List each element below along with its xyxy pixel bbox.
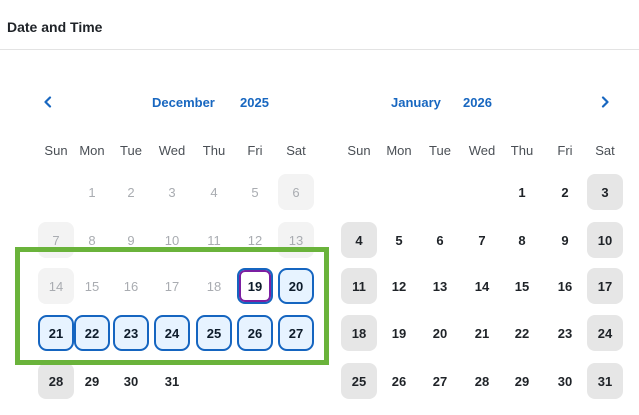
day-cell-january-25[interactable]: 25 <box>341 363 377 399</box>
weekday-label: Fri <box>247 143 263 158</box>
day-cell-december-21[interactable]: 21 <box>38 315 74 351</box>
day-cell-december-28[interactable]: 28 <box>38 363 74 399</box>
day-cell-january-31[interactable]: 31 <box>587 363 623 399</box>
day-cell-december-8: 8 <box>88 232 96 248</box>
day-cell-december-5: 5 <box>251 184 259 200</box>
day-cell-december-3: 3 <box>168 184 176 200</box>
day-cell-january-12[interactable]: 12 <box>381 268 417 304</box>
day-cell-january-24[interactable]: 24 <box>587 315 623 351</box>
day-cell-january-5[interactable]: 5 <box>381 222 417 258</box>
weekday-label: Thu <box>510 143 534 158</box>
weekday-label: Sat <box>286 143 306 158</box>
day-cell-january-22[interactable]: 22 <box>504 315 540 351</box>
day-cell-december-15: 15 <box>84 278 100 294</box>
day-cell-december-4: 4 <box>210 184 218 200</box>
weekday-label: Wed <box>468 143 496 158</box>
day-cell-december-16: 16 <box>123 278 139 294</box>
day-cell-december-11: 11 <box>207 232 221 248</box>
dialog-title: Date and Time <box>7 19 103 35</box>
day-cell-january-1[interactable]: 1 <box>504 174 540 210</box>
weekday-label: Tue <box>120 143 142 158</box>
weekday-label: Mon <box>79 143 105 158</box>
day-cell-january-6[interactable]: 6 <box>422 222 458 258</box>
day-cell-december-9: 9 <box>127 232 135 248</box>
day-cell-december-17: 17 <box>164 278 180 294</box>
day-cell-january-9[interactable]: 9 <box>547 222 583 258</box>
day-cell-december-20[interactable]: 20 <box>278 268 314 304</box>
day-cell-december-22[interactable]: 22 <box>74 315 110 351</box>
day-cell-january-10[interactable]: 10 <box>587 222 623 258</box>
chevron-right-icon <box>601 96 609 108</box>
day-cell-january-21[interactable]: 21 <box>464 315 500 351</box>
day-cell-december-13: 13 <box>278 222 314 258</box>
weekday-label: Thu <box>202 143 226 158</box>
day-cell-december-2: 2 <box>127 184 135 200</box>
day-cell-january-3[interactable]: 3 <box>587 174 623 210</box>
day-cell-december-6: 6 <box>278 174 314 210</box>
day-cell-january-13[interactable]: 13 <box>422 268 458 304</box>
day-cell-january-14[interactable]: 14 <box>464 268 500 304</box>
year-label-2026: 2026 <box>463 95 492 110</box>
day-cell-december-24[interactable]: 24 <box>154 315 190 351</box>
day-cell-january-8[interactable]: 8 <box>504 222 540 258</box>
day-cell-january-28[interactable]: 28 <box>464 363 500 399</box>
day-cell-january-27[interactable]: 27 <box>422 363 458 399</box>
previous-month-button[interactable] <box>35 89 61 115</box>
day-cell-january-15[interactable]: 15 <box>504 268 540 304</box>
day-cell-january-23[interactable]: 23 <box>547 315 583 351</box>
day-cell-january-16[interactable]: 16 <box>547 268 583 304</box>
day-cell-january-4[interactable]: 4 <box>341 222 377 258</box>
weekday-label: Tue <box>429 143 451 158</box>
next-month-button[interactable] <box>592 89 618 115</box>
weekday-label: Sun <box>347 143 371 158</box>
weekday-label: Sat <box>595 143 615 158</box>
day-cell-december-12: 12 <box>247 232 263 248</box>
day-cell-december-19[interactable]: 19 <box>237 268 273 304</box>
year-label-2025: 2025 <box>240 95 269 110</box>
day-cell-january-11[interactable]: 11 <box>341 268 377 304</box>
weekday-label: Fri <box>557 143 573 158</box>
dialog-header: Date and Time <box>0 0 639 50</box>
day-cell-january-29[interactable]: 29 <box>504 363 540 399</box>
day-cell-december-30[interactable]: 30 <box>113 363 149 399</box>
day-cell-december-23[interactable]: 23 <box>113 315 149 351</box>
day-cell-december-26[interactable]: 26 <box>237 315 273 351</box>
day-cell-december-27[interactable]: 27 <box>278 315 314 351</box>
day-cell-december-10: 10 <box>164 232 180 248</box>
day-cell-january-26[interactable]: 26 <box>381 363 417 399</box>
day-cell-december-7: 7 <box>38 222 74 258</box>
month-label-january: January <box>391 95 441 110</box>
day-cell-december-25[interactable]: 25 <box>196 315 232 351</box>
day-cell-january-7[interactable]: 7 <box>464 222 500 258</box>
day-cell-december-14: 14 <box>38 268 74 304</box>
day-cell-december-31[interactable]: 31 <box>154 363 190 399</box>
month-label-december: December <box>152 95 215 110</box>
weekday-label: Sun <box>44 143 68 158</box>
day-cell-january-30[interactable]: 30 <box>547 363 583 399</box>
weekday-label: Mon <box>386 143 412 158</box>
day-cell-january-2[interactable]: 2 <box>547 174 583 210</box>
day-cell-december-1: 1 <box>88 184 96 200</box>
day-cell-january-18[interactable]: 18 <box>341 315 377 351</box>
day-cell-january-19[interactable]: 19 <box>381 315 417 351</box>
day-cell-december-29[interactable]: 29 <box>74 363 110 399</box>
weekday-label: Wed <box>158 143 186 158</box>
day-cell-january-20[interactable]: 20 <box>422 315 458 351</box>
day-cell-december-18: 18 <box>206 278 222 294</box>
chevron-left-icon <box>44 96 52 108</box>
day-cell-january-17[interactable]: 17 <box>587 268 623 304</box>
